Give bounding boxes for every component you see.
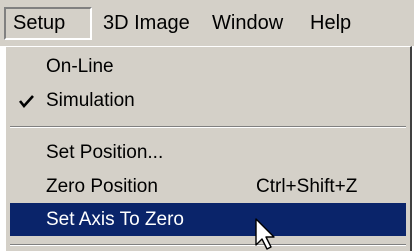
menu-item-label: Set Axis To Zero: [46, 209, 184, 230]
checkmark-icon: [18, 95, 34, 109]
menu-item-set-axis-to-zero[interactable]: Set Axis To Zero: [10, 203, 406, 236]
menu-item-zero-position[interactable]: Zero Position Ctrl+Shift+Z: [10, 171, 406, 203]
setup-dropdown-menu: On-Line Simulation Set Position... Zero …: [4, 46, 412, 251]
menu-item-label: Set Position...: [46, 142, 164, 163]
menu-separator: [10, 126, 406, 128]
menu-item-shortcut: Ctrl+Shift+Z: [256, 176, 358, 197]
app-window: Setup 3D Image Window Help On-Line Simul…: [0, 0, 414, 251]
menu-item-label: Zero Position: [46, 176, 158, 197]
menu-bar: Setup 3D Image Window Help: [0, 0, 414, 46]
menu-item-on-line[interactable]: On-Line: [10, 51, 406, 83]
menu-item-label: Simulation: [46, 90, 135, 111]
mouse-pointer-arrow: [255, 218, 275, 250]
menu-item-set-position[interactable]: Set Position...: [10, 137, 406, 169]
menu-3d-image[interactable]: 3D Image: [96, 7, 197, 40]
menu-item-label: On-Line: [46, 56, 114, 77]
menu-help[interactable]: Help: [303, 7, 358, 40]
menu-item-simulation[interactable]: Simulation: [10, 85, 406, 117]
menu-setup[interactable]: Setup: [4, 7, 92, 40]
menu-separator: [10, 244, 406, 246]
menu-window[interactable]: Window: [205, 7, 290, 40]
